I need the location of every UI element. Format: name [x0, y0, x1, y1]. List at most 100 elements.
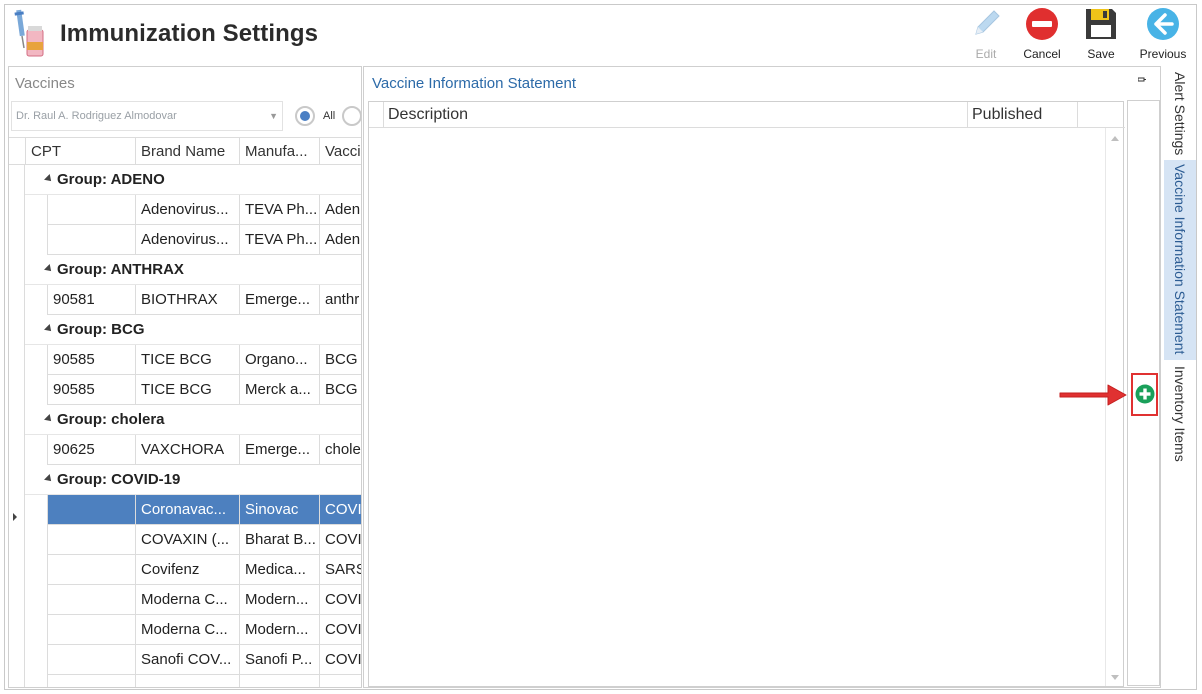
vis-grid-header: Description Published: [369, 102, 1125, 128]
group-label: Group: cholera: [57, 411, 165, 428]
provider-value: Dr. Raul A. Rodriguez Almodovar: [16, 110, 177, 122]
previous-label: Previous: [1139, 47, 1187, 61]
group-row[interactable]: Group: ADENO: [25, 165, 361, 195]
current-row-marker-icon: [13, 513, 17, 521]
group-row[interactable]: Group: BCG: [25, 315, 361, 345]
cancel-icon: [1026, 8, 1058, 40]
pin-icon[interactable]: [1138, 77, 1146, 83]
cell-cpt: [47, 555, 135, 585]
col-manufacturer[interactable]: Manufa...: [239, 138, 319, 165]
radio-other[interactable]: [342, 106, 361, 126]
group-row[interactable]: Group: cholera: [25, 405, 361, 435]
group-label: Group: COVID-19: [57, 471, 181, 488]
pencil-icon: [975, 10, 1000, 35]
col-description[interactable]: Description: [383, 102, 967, 127]
cell-vaccine: COVID: [319, 525, 361, 555]
tab-inventory-items[interactable]: Inventory Items: [1164, 362, 1196, 472]
collapse-triangle-icon[interactable]: [44, 474, 54, 484]
cell-manufacturer: [239, 675, 319, 687]
cell-brand-name: Moderna C...: [135, 615, 239, 645]
save-button[interactable]: Save: [1072, 6, 1130, 62]
cell-manufacturer: Emerge...: [239, 285, 319, 315]
table-row[interactable]: 90585 TICE BCG Merck a... BCG: [25, 375, 361, 405]
cell-cpt: [47, 645, 135, 675]
collapse-triangle-icon[interactable]: [44, 264, 54, 274]
cell-brand-name: COVAXIN (...: [135, 525, 239, 555]
cell-vaccine: COVID: [319, 615, 361, 645]
cell-cpt: [47, 675, 135, 687]
cell-brand-name: Adenovirus...: [135, 195, 239, 225]
col-vaccine[interactable]: Vaccin: [319, 138, 361, 165]
col-brand-name[interactable]: Brand Name: [135, 138, 239, 165]
table-row[interactable]: Sanofi COV...Sanofi P...COVID: [25, 645, 361, 675]
cell-cpt: [47, 615, 135, 645]
cell-brand-name: Adenovirus...: [135, 225, 239, 255]
col-cpt[interactable]: CPT: [25, 138, 135, 165]
table-row[interactable]: Moderna C...Modern...COVID: [25, 585, 361, 615]
cell-manufacturer: Bharat B...: [239, 525, 319, 555]
cell-brand-name: Moderna C...: [135, 585, 239, 615]
row-selector-column: [9, 165, 25, 687]
table-row[interactable]: Adenovirus... TEVA Ph... Aden: [25, 195, 361, 225]
cell-brand-name: Covifenz: [135, 555, 239, 585]
table-row[interactable]: 90581 BIOTHRAX Emerge... anthr: [25, 285, 361, 315]
cell-vaccine: [319, 675, 361, 687]
table-row[interactable]: [25, 675, 361, 687]
collapse-triangle-icon[interactable]: [44, 324, 54, 334]
vaccines-grid-body: Group: ADENO Adenovirus... TEVA Ph... Aden A…: [25, 165, 361, 687]
cell-vaccine: COVID: [319, 495, 361, 525]
table-row[interactable]: Coronavac...SinovacCOVID: [25, 495, 361, 525]
table-row[interactable]: CovifenzMedica...SARS-: [25, 555, 361, 585]
collapse-triangle-icon[interactable]: [44, 174, 54, 184]
chevron-down-icon: ▼: [269, 111, 278, 121]
cell-brand-name: TICE BCG: [135, 345, 239, 375]
vaccines-panel: Vaccines Dr. Raul A. Rodriguez Almodovar…: [8, 66, 362, 688]
arrow-left-icon: [1147, 8, 1179, 40]
table-row[interactable]: 90625 VAXCHORA Emerge... chole: [25, 435, 361, 465]
previous-button[interactable]: Previous: [1134, 6, 1192, 62]
scroll-down-icon[interactable]: [1111, 675, 1119, 680]
cell-cpt: [47, 195, 135, 225]
vaccines-grid-header: CPT Brand Name Manufa... Vaccin: [9, 137, 361, 165]
add-vis-button[interactable]: [1135, 384, 1155, 404]
floppy-disk-icon: [1086, 9, 1116, 39]
cell-vaccine: COVID: [319, 585, 361, 615]
table-row[interactable]: COVAXIN (...Bharat B...COVID: [25, 525, 361, 555]
save-label: Save: [1087, 47, 1115, 61]
group-row[interactable]: Group: COVID-19: [25, 465, 361, 495]
tab-alert-settings-label: Alert Settings: [1172, 72, 1188, 156]
group-label: Group: ADENO: [57, 171, 165, 188]
group-row[interactable]: Group: ANTHRAX: [25, 255, 361, 285]
tab-inventory-items-label: Inventory Items: [1172, 366, 1188, 462]
page-title: Immunization Settings: [60, 20, 319, 47]
cell-brand-name: [135, 675, 239, 687]
cell-cpt: 90581: [47, 285, 135, 315]
cell-vaccine: COVID: [319, 645, 361, 675]
cell-vaccine: chole: [319, 435, 361, 465]
provider-dropdown[interactable]: Dr. Raul A. Rodriguez Almodovar ▼: [11, 101, 283, 131]
tab-vaccine-information-statement[interactable]: Vaccine Information Statement: [1164, 160, 1196, 360]
col-published[interactable]: Published: [967, 102, 1077, 127]
cell-cpt: 90585: [47, 375, 135, 405]
scroll-up-icon[interactable]: [1111, 136, 1119, 141]
table-row[interactable]: 90585 TICE BCG Organo... BCG: [25, 345, 361, 375]
tab-alert-settings[interactable]: Alert Settings: [1164, 68, 1196, 158]
vis-grid: Description Published: [368, 101, 1125, 687]
cell-brand-name: TICE BCG: [135, 375, 239, 405]
cancel-button[interactable]: Cancel: [1013, 6, 1071, 62]
collapse-triangle-icon[interactable]: [44, 414, 54, 424]
table-row[interactable]: Moderna C...Modern...COVID: [25, 615, 361, 645]
syringe-vial-icon: [14, 9, 44, 57]
cell-vaccine: BCG: [319, 345, 361, 375]
col-extra: [1077, 102, 1107, 127]
radio-all[interactable]: [295, 106, 315, 126]
cell-manufacturer: Sanofi P...: [239, 645, 319, 675]
vaccines-caption: Vaccines: [15, 75, 75, 92]
cell-cpt: [47, 525, 135, 555]
edit-button[interactable]: Edit: [957, 6, 1015, 62]
cell-manufacturer: Modern...: [239, 585, 319, 615]
vis-panel: Vaccine Information Statement Descriptio…: [363, 66, 1161, 688]
cell-manufacturer: Emerge...: [239, 435, 319, 465]
table-row[interactable]: Adenovirus... TEVA Ph... Aden: [25, 225, 361, 255]
cell-brand-name: Sanofi COV...: [135, 645, 239, 675]
